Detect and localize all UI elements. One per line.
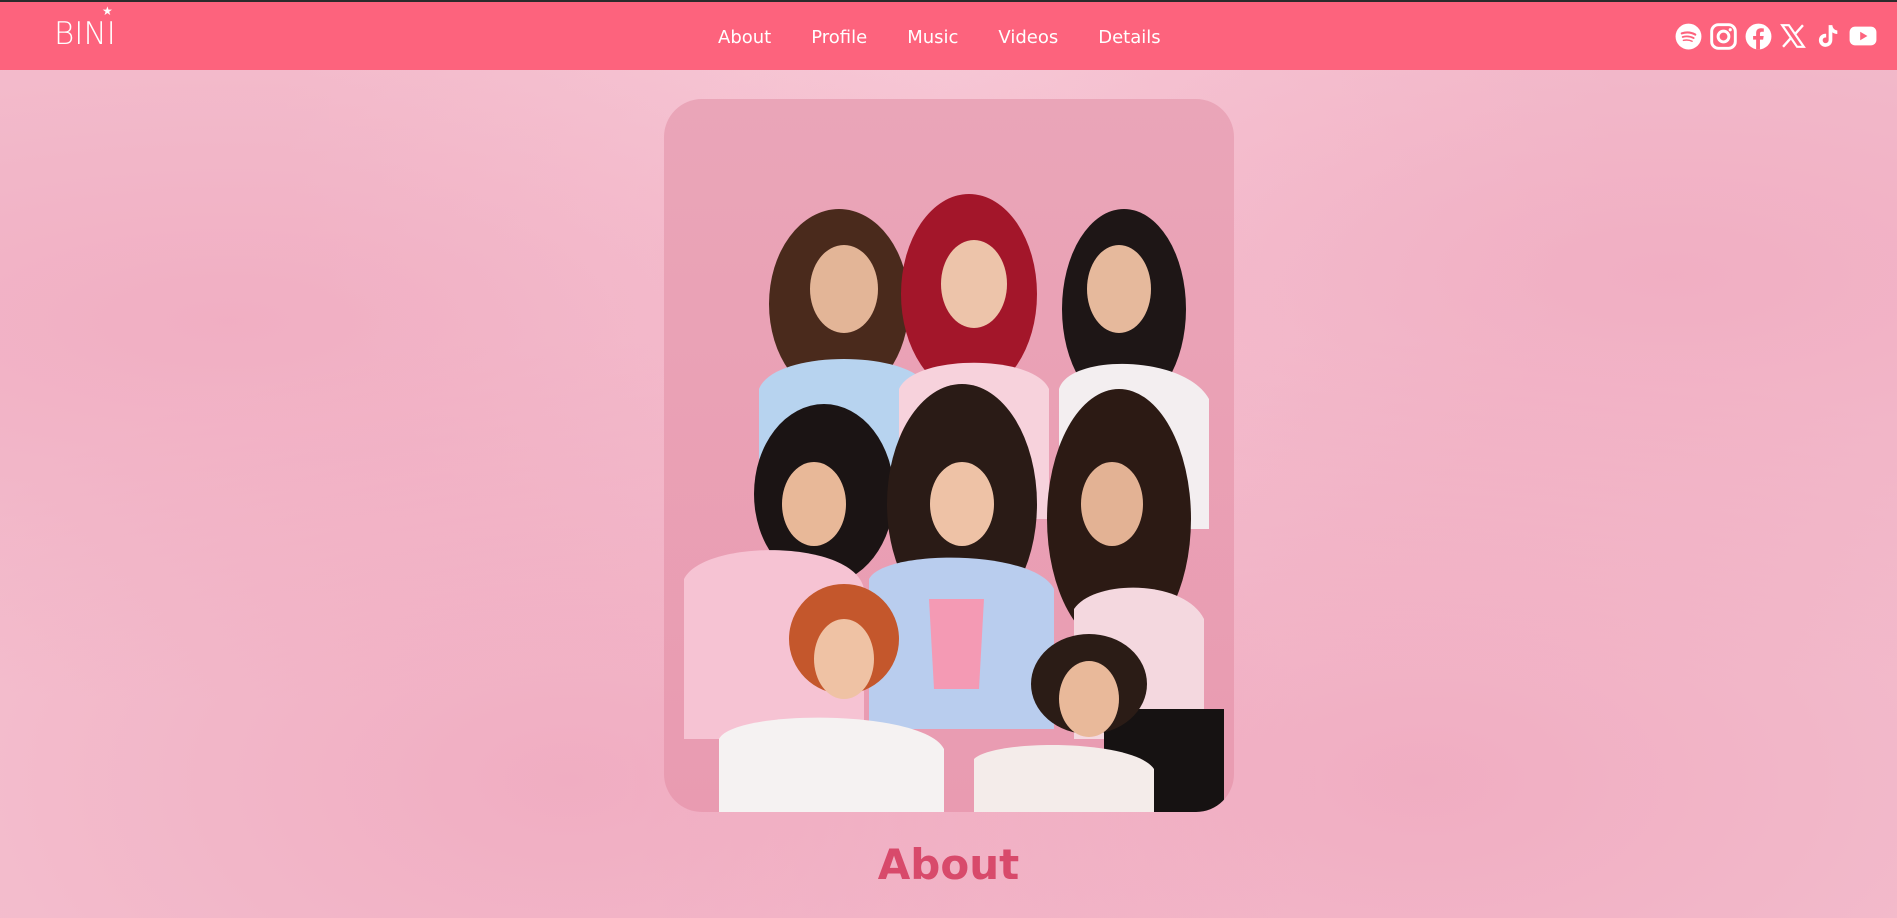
- top-navbar: BINI ★ About Profile Music Videos Detail…: [0, 0, 1897, 70]
- about-section-title: About: [877, 840, 1020, 889]
- nav-link-music[interactable]: Music: [907, 27, 958, 48]
- facebook-icon[interactable]: [1744, 22, 1772, 50]
- youtube-icon[interactable]: [1849, 22, 1877, 50]
- group-photo: [664, 99, 1234, 812]
- nav-link-videos[interactable]: Videos: [998, 27, 1058, 48]
- nav-link-details[interactable]: Details: [1098, 27, 1160, 48]
- nav-links: About Profile Music Videos Details: [718, 2, 1201, 72]
- bini-logo[interactable]: BINI ★: [54, 5, 124, 54]
- group-photo-illustration: [684, 194, 1224, 812]
- x-icon[interactable]: [1779, 22, 1807, 50]
- instagram-icon[interactable]: [1709, 22, 1737, 50]
- spotify-icon[interactable]: [1674, 22, 1702, 50]
- nav-link-about[interactable]: About: [718, 27, 771, 48]
- logo-star-icon: ★: [102, 4, 113, 18]
- social-links: [1667, 22, 1877, 50]
- logo-text: BINI: [54, 16, 116, 52]
- tiktok-icon[interactable]: [1814, 22, 1842, 50]
- nav-link-profile[interactable]: Profile: [811, 27, 867, 48]
